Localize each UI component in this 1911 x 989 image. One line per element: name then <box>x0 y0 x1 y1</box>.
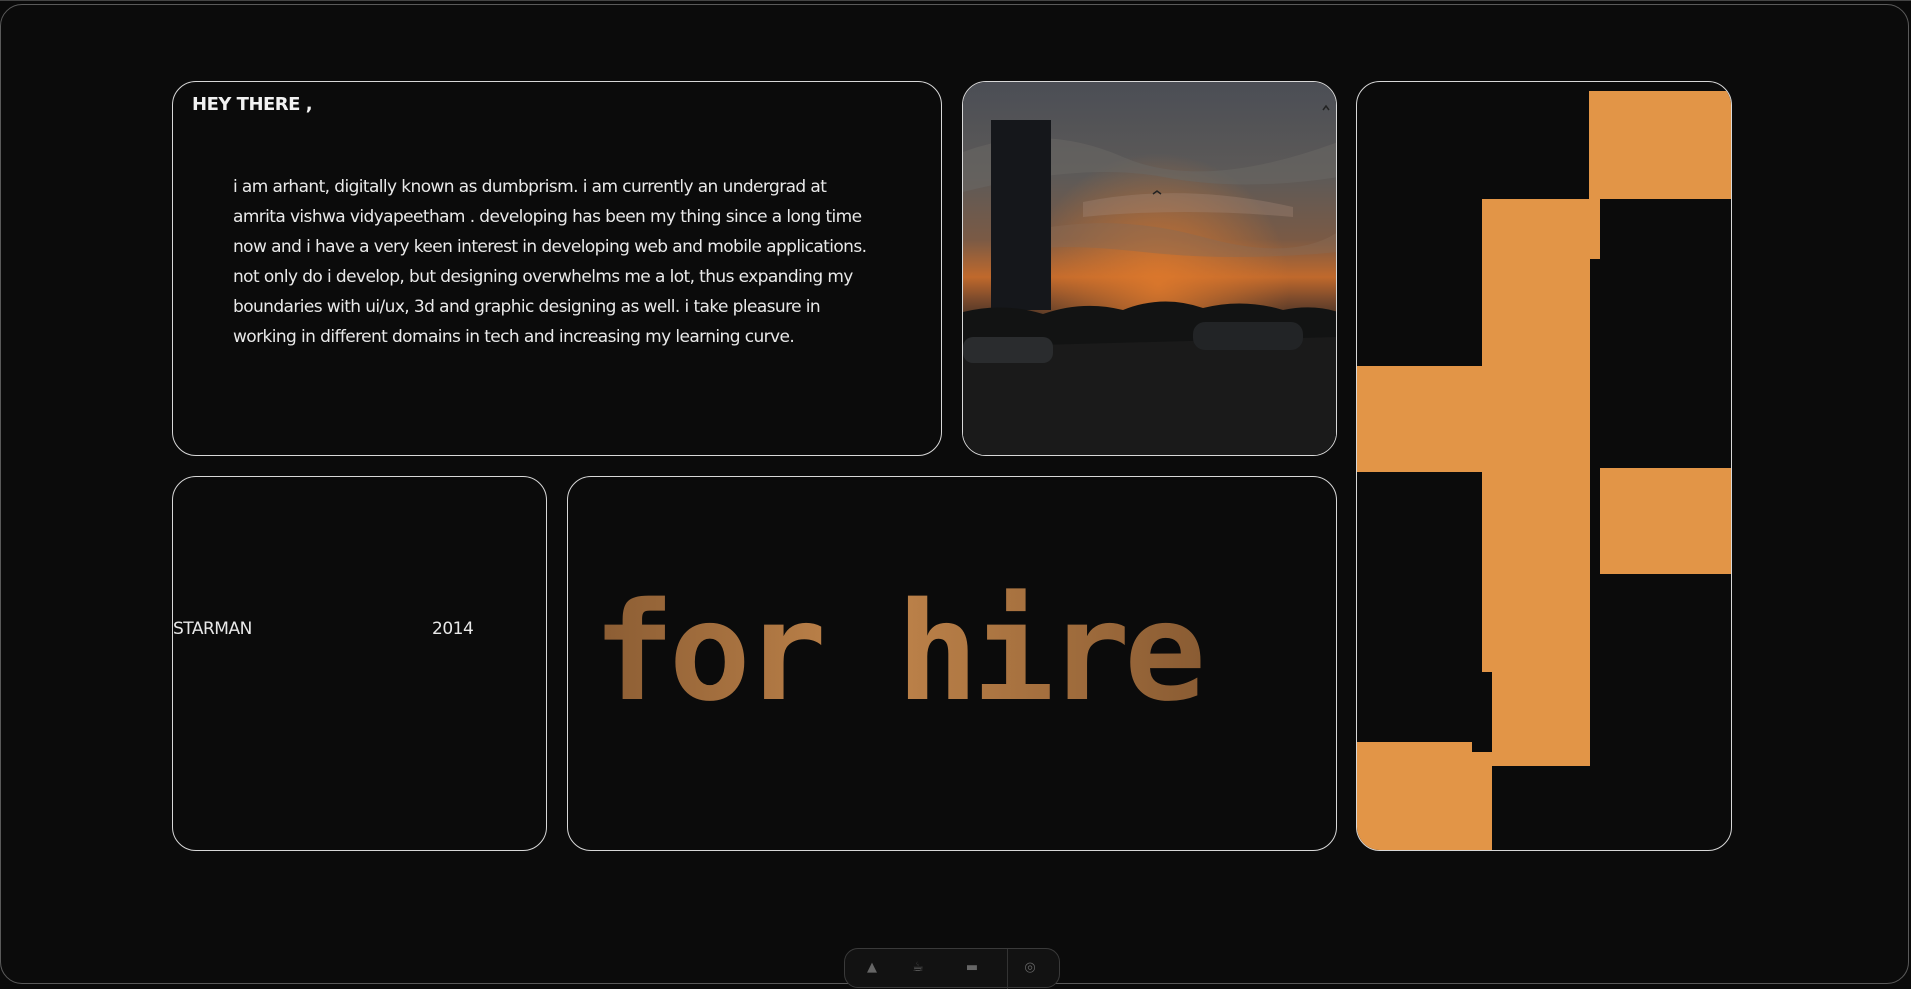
pixel-art-card <box>1356 81 1732 851</box>
pixel-glyph-icon <box>1357 91 1731 850</box>
greeting-heading: HEY THERE , <box>192 94 313 115</box>
for-hire-card[interactable]: for hire <box>567 476 1337 851</box>
bell-icon[interactable]: ▲ <box>865 961 879 975</box>
for-hire-graphic: for hire <box>593 574 1207 732</box>
window-top-edge <box>0 0 1911 1</box>
sunset-photo <box>963 82 1336 455</box>
menu-icon[interactable]: ▬ <box>965 961 979 975</box>
music-card[interactable]: STARMAN 2014 <box>172 476 547 851</box>
about-card: HEY THERE , i am arhant, digitally known… <box>172 81 942 456</box>
coffee-icon[interactable]: ☕ <box>911 961 925 975</box>
song-year: 2014 <box>432 619 474 639</box>
photo-card <box>962 81 1337 456</box>
github-icon[interactable]: ◎ <box>1023 961 1037 975</box>
dock-separator <box>1007 949 1008 989</box>
bio-text: i am arhant, digitally known as dumbpris… <box>233 177 867 347</box>
bottom-dock: ▲ ☕ ▬ ◎ <box>844 948 1060 989</box>
for-hire-text: for hire <box>593 574 1201 732</box>
song-title: STARMAN <box>173 619 252 639</box>
